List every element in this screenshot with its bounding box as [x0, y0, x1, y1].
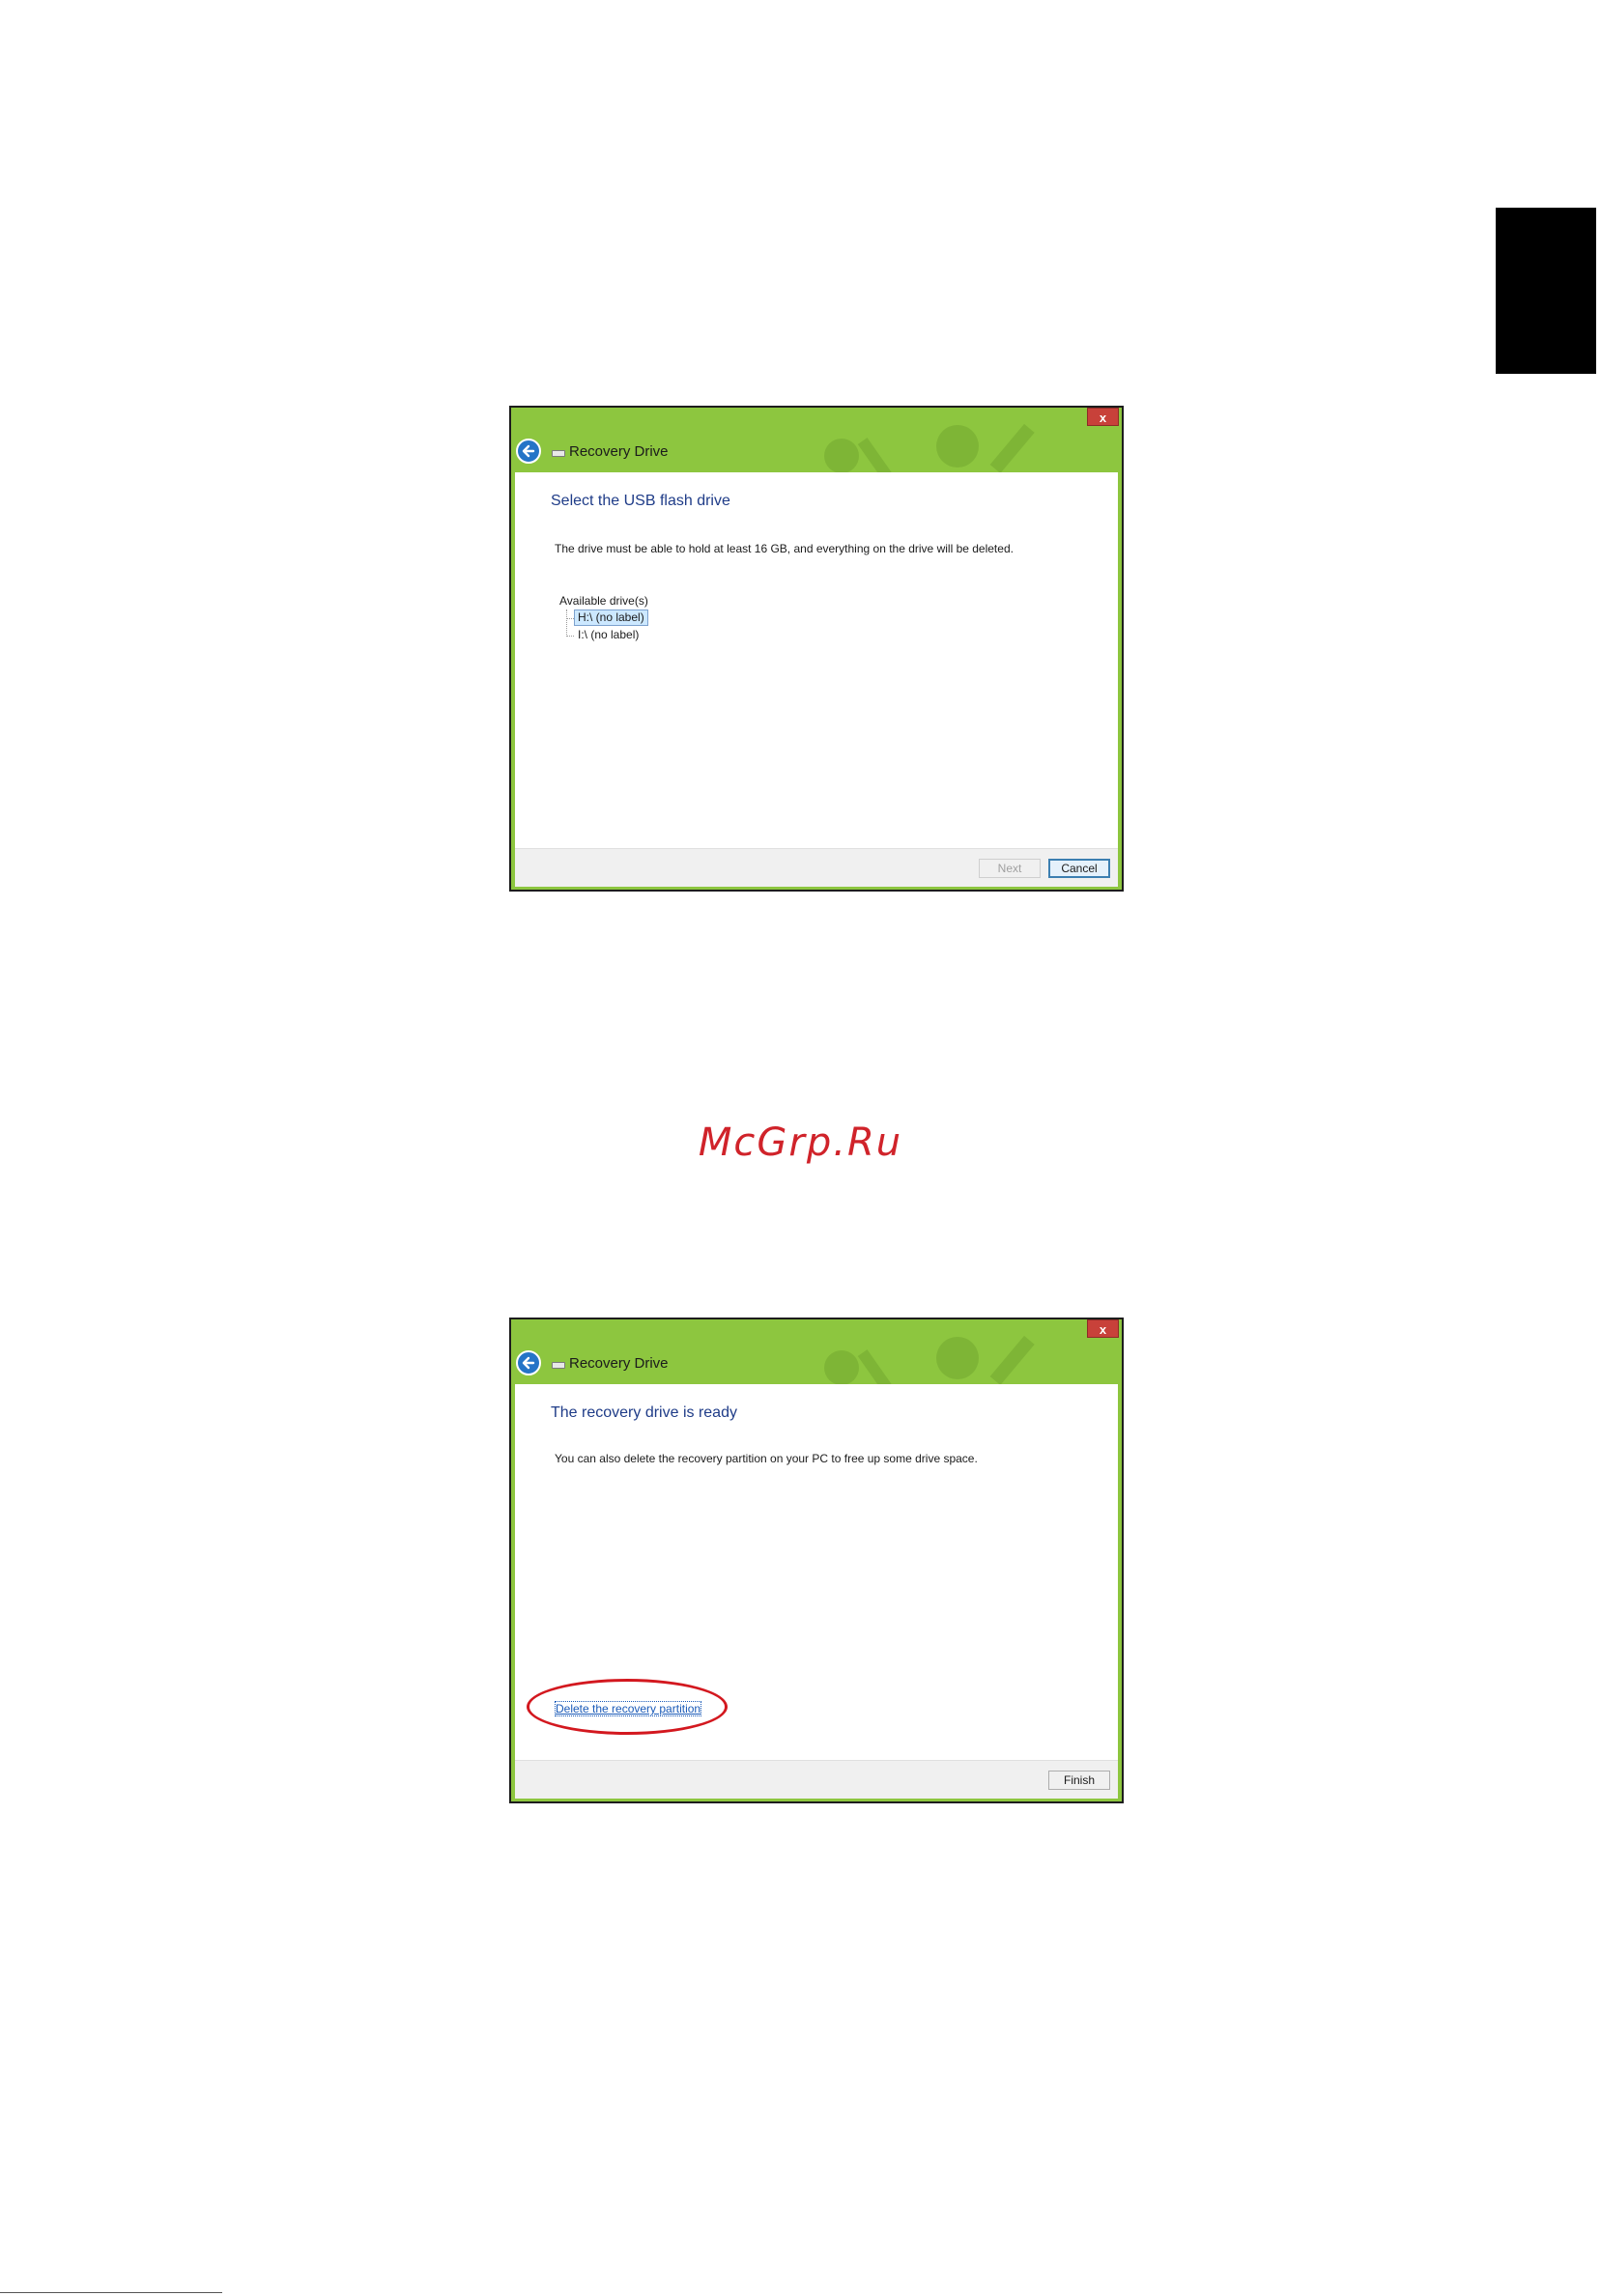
highlight-ellipse — [527, 1679, 728, 1735]
drive-item-h[interactable]: H:\ (no label) — [574, 609, 648, 626]
tree-connector — [566, 609, 567, 637]
back-arrow-icon — [522, 444, 535, 458]
wrench-decoration-icon — [824, 423, 1035, 475]
window-title: Recovery Drive — [569, 443, 669, 460]
description-text: The drive must be able to hold at least … — [555, 542, 1014, 555]
tree-connector — [566, 618, 574, 619]
page-footer-line — [0, 2292, 222, 2293]
available-drives-label: Available drive(s) — [559, 594, 648, 608]
finish-button[interactable]: Finish — [1048, 1771, 1110, 1790]
window-title: Recovery Drive — [569, 1355, 669, 1372]
close-button[interactable]: x — [1087, 408, 1119, 426]
dialog-footer: Next Cancel — [515, 848, 1118, 887]
page-heading: Select the USB flash drive — [551, 493, 730, 509]
back-button[interactable] — [516, 439, 541, 464]
close-icon: x — [1099, 411, 1107, 425]
description-text: You can also delete the recovery partiti… — [555, 1452, 978, 1465]
back-button[interactable] — [516, 1350, 541, 1375]
dialog-content: Select the USB flash drive The drive mus… — [515, 472, 1118, 849]
recovery-drive-dialog-select: x Recovery Drive Select the USB flash dr… — [509, 406, 1124, 892]
next-button[interactable]: Next — [979, 859, 1041, 878]
close-icon: x — [1099, 1322, 1107, 1337]
drive-item-i[interactable]: I:\ (no label) — [575, 628, 642, 642]
cancel-button[interactable]: Cancel — [1048, 859, 1110, 878]
watermark: McGrp.Ru — [698, 1120, 903, 1165]
dialog-footer: Finish — [515, 1760, 1118, 1799]
close-button[interactable]: x — [1087, 1319, 1119, 1338]
wrench-decoration-icon — [824, 1335, 1035, 1387]
drive-icon — [552, 450, 565, 457]
section-tab-marker — [1496, 208, 1596, 374]
tree-connector — [566, 636, 574, 637]
back-arrow-icon — [522, 1356, 535, 1370]
page-heading: The recovery drive is ready — [551, 1404, 737, 1421]
drive-icon — [552, 1362, 565, 1369]
